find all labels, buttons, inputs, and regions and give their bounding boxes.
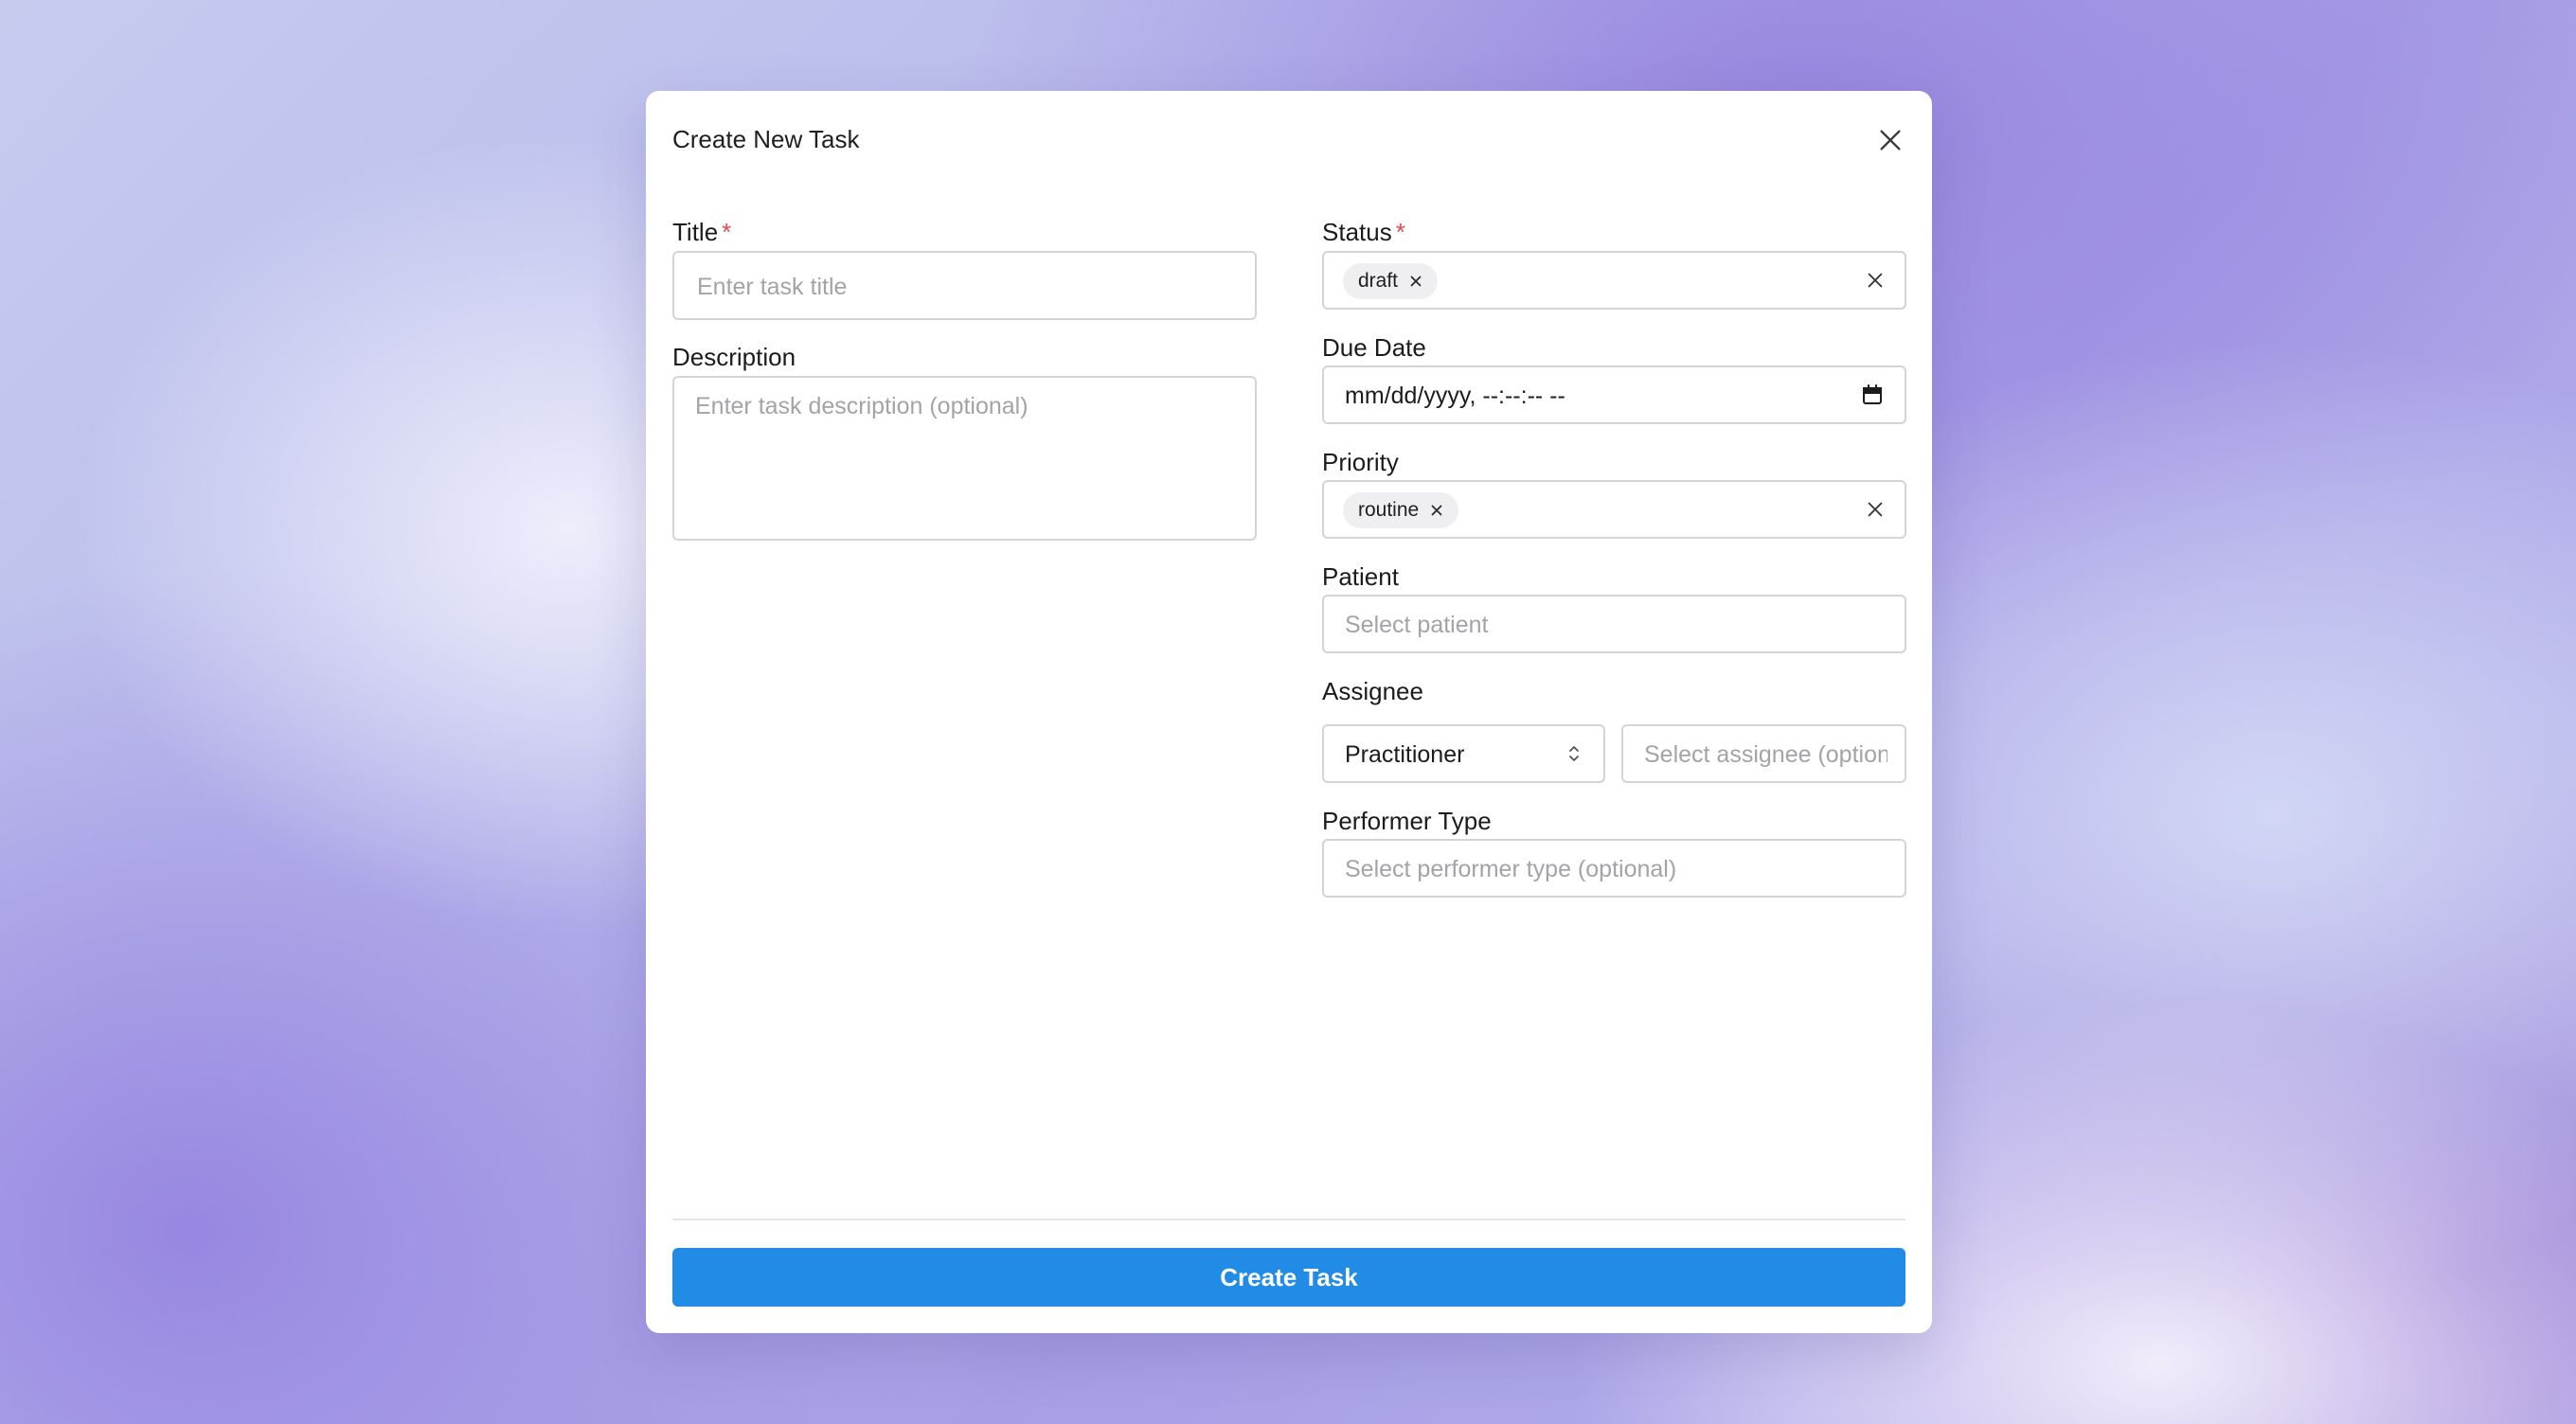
calendar-icon[interactable] (1861, 383, 1884, 406)
chevron-updown-icon (1565, 741, 1583, 766)
assignee-type-value: Practitioner (1345, 741, 1465, 768)
status-select[interactable]: draft (1322, 251, 1906, 310)
assignee-label: Assignee (1322, 677, 1423, 705)
patient-select[interactable]: Select patient (1322, 595, 1906, 653)
close-icon[interactable] (1875, 125, 1905, 155)
status-chip: draft (1343, 263, 1439, 299)
remove-chip-icon[interactable] (1428, 502, 1445, 519)
title-label-text: Title (672, 218, 719, 246)
required-mark: * (1395, 218, 1405, 246)
patient-placeholder: Select patient (1345, 614, 1489, 637)
title-label: Title * (672, 220, 731, 244)
required-mark: * (722, 218, 732, 246)
performer-type-label: Performer Type (1322, 807, 1492, 835)
status-chip-label: draft (1358, 270, 1399, 292)
footer-divider (672, 1219, 1905, 1220)
clear-icon[interactable] (1865, 499, 1886, 520)
priority-chip: routine (1343, 492, 1459, 528)
status-label: Status * (1322, 220, 1405, 244)
performer-type-select[interactable]: Select performer type (optional) (1322, 839, 1906, 898)
create-task-button[interactable]: Create Task (672, 1248, 1905, 1307)
patient-label: Patient (1322, 562, 1399, 591)
description-placeholder: Enter task description (optional) (695, 395, 1029, 418)
performer-type-placeholder: Select performer type (optional) (1345, 858, 1677, 881)
dialog-title: Create New Task (672, 125, 860, 153)
due-date-label: Due Date (1322, 333, 1426, 362)
due-date-value: mm/dd/yyyy, --:--:-- -- (1345, 383, 1565, 409)
priority-select[interactable]: routine (1322, 480, 1906, 539)
assignee-type-select[interactable]: Practitioner (1322, 724, 1605, 783)
due-date-input[interactable]: mm/dd/yyyy, --:--:-- -- (1322, 365, 1906, 424)
title-input[interactable]: Enter task title (672, 251, 1257, 320)
priority-chip-label: routine (1358, 499, 1420, 521)
assignee-placeholder: Select assignee (optional) (1644, 743, 1887, 767)
priority-label: Priority (1322, 448, 1399, 476)
assignee-select[interactable]: Select assignee (optional) (1621, 724, 1906, 783)
clear-icon[interactable] (1865, 270, 1886, 291)
status-label-text: Status (1322, 218, 1392, 246)
create-task-dialog: Create New Task Title * Enter task title … (646, 91, 1932, 1333)
title-placeholder: Enter task title (697, 276, 848, 299)
remove-chip-icon[interactable] (1407, 273, 1424, 290)
description-label: Description (672, 343, 796, 371)
description-textarea[interactable]: Enter task description (optional) (672, 376, 1257, 541)
